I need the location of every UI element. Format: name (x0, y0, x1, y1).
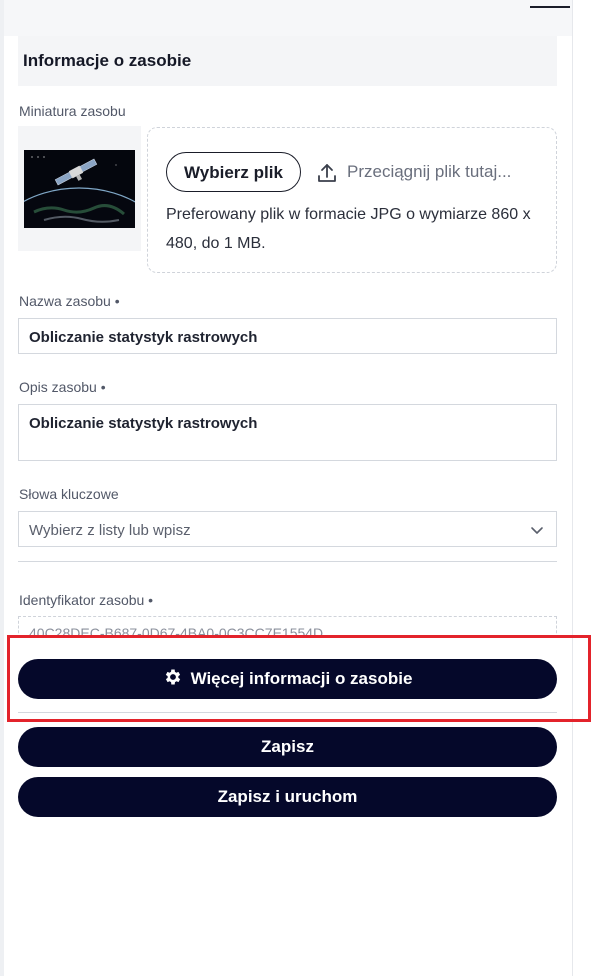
name-input[interactable]: Obliczanie statystyk rastrowych (18, 318, 557, 354)
save-button[interactable]: Zapisz (18, 727, 557, 767)
identifier-label: Identyfikator zasobu • (19, 592, 154, 608)
keywords-select[interactable]: Wybierz z listy lub wpisz (18, 511, 557, 547)
satellite-thumbnail-image (24, 150, 135, 228)
right-border (572, 0, 573, 976)
upload-icon (318, 164, 336, 182)
keywords-label: Słowa kluczowe (19, 486, 119, 502)
name-input-value: Obliczanie statystyk rastrowych (29, 329, 258, 346)
file-dropzone[interactable]: Wybierz plik Przeciągnij plik tutaj... P… (147, 127, 557, 273)
keywords-select-placeholder: Wybierz z listy lub wpisz (29, 522, 191, 539)
section-title: Informacje o zasobie (18, 36, 557, 86)
description-textarea[interactable]: Obliczanie statystyk rastrowych (18, 404, 557, 461)
name-label: Nazwa zasobu • (19, 293, 120, 309)
chevron-down-icon[interactable] (530, 523, 544, 537)
description-label: Opis zasobu • (19, 379, 106, 395)
thumbnail-preview (18, 126, 141, 251)
highlight-box (7, 635, 591, 722)
top-indicator (530, 6, 570, 8)
choose-file-button[interactable]: Wybierz plik (166, 152, 301, 192)
top-strip (4, 0, 572, 36)
thumbnail-label: Miniatura zasobu (19, 103, 126, 119)
save-and-run-button[interactable]: Zapisz i uruchom (18, 777, 557, 817)
resource-form-page: Informacje o zasobie Miniatura zasobu Wy… (0, 0, 592, 976)
drop-hint-text: Przeciągnij plik tutaj... (347, 162, 512, 181)
section-divider (18, 561, 557, 562)
satellite-earth-image (24, 150, 135, 228)
file-requirements-note: Preferowany plik w formacie JPG o wymiar… (166, 206, 531, 252)
left-border (0, 0, 4, 976)
description-textarea-value: Obliczanie statystyk rastrowych (29, 415, 258, 432)
